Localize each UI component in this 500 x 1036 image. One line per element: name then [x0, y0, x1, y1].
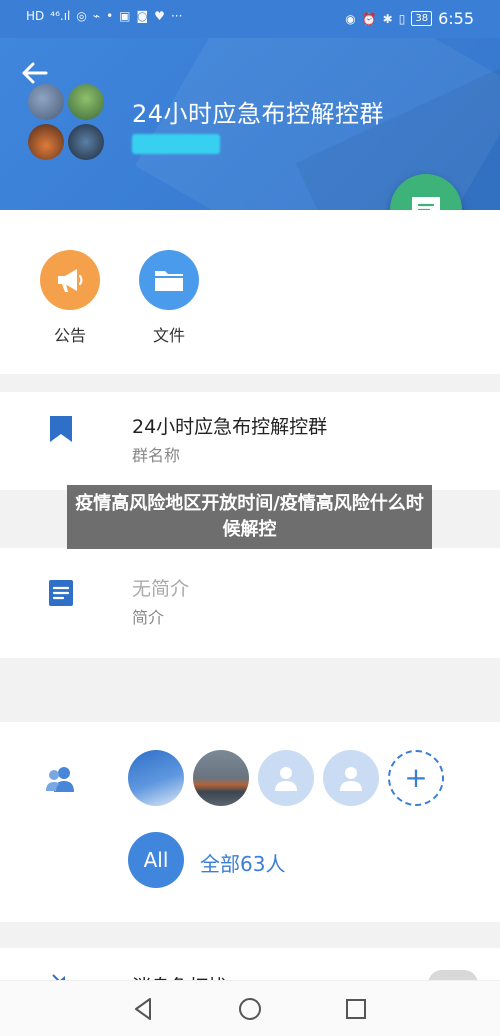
vibrate-icon: ▯: [398, 11, 406, 26]
nav-home-icon[interactable]: [236, 995, 264, 1023]
files-circle: [139, 250, 199, 310]
avatar: [28, 124, 64, 160]
bookmark-icon: [50, 416, 72, 442]
eye-icon: ◉: [345, 11, 356, 26]
member-avatar[interactable]: [128, 750, 184, 806]
group-name-row[interactable]: 24小时应急布控解控群 群名称: [0, 392, 500, 490]
more-notifications-icon: ···: [170, 9, 183, 23]
member-avatar-placeholder[interactable]: [323, 750, 379, 806]
add-member-button[interactable]: +: [388, 750, 444, 806]
battery-icon: 38: [411, 11, 433, 26]
heart-icon: ♥: [154, 9, 165, 23]
group-name-value: 24小时应急布控解控群: [132, 416, 328, 438]
person-icon: [275, 767, 297, 791]
all-members-button[interactable]: All: [128, 832, 184, 888]
intro-value: 无简介: [132, 578, 190, 600]
status-left-icons: HD ⁴⁶.ıl ◎ ⌁ • ▣ ◙ ♥ ···: [26, 9, 182, 23]
person-icon: [340, 767, 362, 791]
clock: 6:55: [438, 9, 474, 28]
document-icon: [49, 580, 73, 606]
intro-caption: 简介: [132, 608, 165, 627]
quick-actions: 公告 文件: [0, 210, 500, 374]
folder-icon: [155, 271, 183, 291]
member-count-link[interactable]: 全部63人: [200, 848, 285, 877]
overlay-caption: 疫情高风险地区开放时间/疫情高风险什么时候解控: [67, 485, 432, 549]
signal-icon: ⁴⁶.ıl: [50, 9, 71, 23]
dot-icon: •: [106, 9, 114, 23]
hd-indicator: HD: [26, 9, 45, 23]
page-title: 24小时应急布控解控群: [132, 100, 385, 128]
status-right-icons: ◉ ⏰ ✱ ▯ 38 6:55: [345, 9, 474, 28]
member-avatar[interactable]: [193, 750, 249, 806]
app-notification-icon: ▣: [119, 9, 131, 23]
app-notification-icon: ◙: [136, 9, 149, 23]
avatar: [68, 124, 104, 160]
member-avatar-placeholder[interactable]: [258, 750, 314, 806]
megaphone-icon: [58, 269, 83, 292]
announcement-button[interactable]: 公告: [30, 250, 110, 346]
announcement-label: 公告: [53, 326, 86, 345]
avatar: [28, 84, 64, 120]
system-nav-bar: [0, 980, 500, 1036]
usb-icon: ⌁: [92, 9, 101, 23]
group-intro-row[interactable]: 无简介 简介: [0, 548, 500, 658]
group-avatar[interactable]: [28, 84, 106, 162]
members-icon: [46, 767, 74, 792]
redacted-group-id: [132, 134, 220, 154]
files-button[interactable]: 文件: [129, 250, 209, 346]
bluetooth-icon: ✱: [382, 11, 393, 26]
group-name-caption: 群名称: [132, 446, 181, 465]
wifi-icon: ◎: [76, 9, 87, 23]
announcement-circle: [40, 250, 100, 310]
nav-recents-icon[interactable]: [342, 995, 370, 1023]
alarm-icon: ⏰: [361, 11, 377, 26]
members-section: + All 全部63人: [0, 722, 500, 922]
nav-back-icon[interactable]: [130, 995, 158, 1023]
status-bar: HD ⁴⁶.ıl ◎ ⌁ • ▣ ◙ ♥ ··· ◉ ⏰ ✱ ▯ 38 6:55: [0, 0, 500, 38]
files-label: 文件: [152, 326, 185, 345]
avatar: [68, 84, 104, 120]
